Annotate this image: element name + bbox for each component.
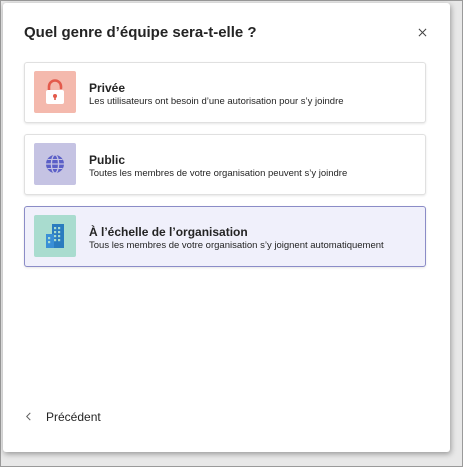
back-label: Précédent xyxy=(46,410,101,424)
window-frame: Quel genre d’équipe sera-t-elle ? Privée… xyxy=(0,0,463,467)
option-organization[interactable]: À l’échelle de l’organisation Tous les m… xyxy=(24,206,426,267)
option-public[interactable]: Public Toutes les membres de votre organ… xyxy=(24,134,426,195)
close-button[interactable] xyxy=(412,23,432,43)
option-public-description: Toutes les membres de votre organisation… xyxy=(89,168,348,179)
back-button[interactable]: Précédent xyxy=(25,408,101,426)
option-organization-description: Tous les membres de votre organisation s… xyxy=(89,240,384,251)
option-private-title: Privée xyxy=(89,81,126,95)
option-organization-title: À l’échelle de l’organisation xyxy=(89,225,248,239)
close-icon xyxy=(418,24,427,42)
lock-icon xyxy=(34,71,76,113)
globe-icon xyxy=(34,143,76,185)
chevron-left-icon xyxy=(25,408,46,426)
building-icon xyxy=(34,215,76,257)
option-public-title: Public xyxy=(89,153,126,167)
dialog-title: Quel genre d’équipe sera-t-elle ? xyxy=(24,24,257,41)
option-private[interactable]: Privée Les utilisateurs ont besoin d’une… xyxy=(24,62,426,123)
option-private-description: Les utilisateurs ont besoin d’une autori… xyxy=(89,96,344,107)
team-type-dialog: Quel genre d’équipe sera-t-elle ? Privée… xyxy=(3,3,450,452)
